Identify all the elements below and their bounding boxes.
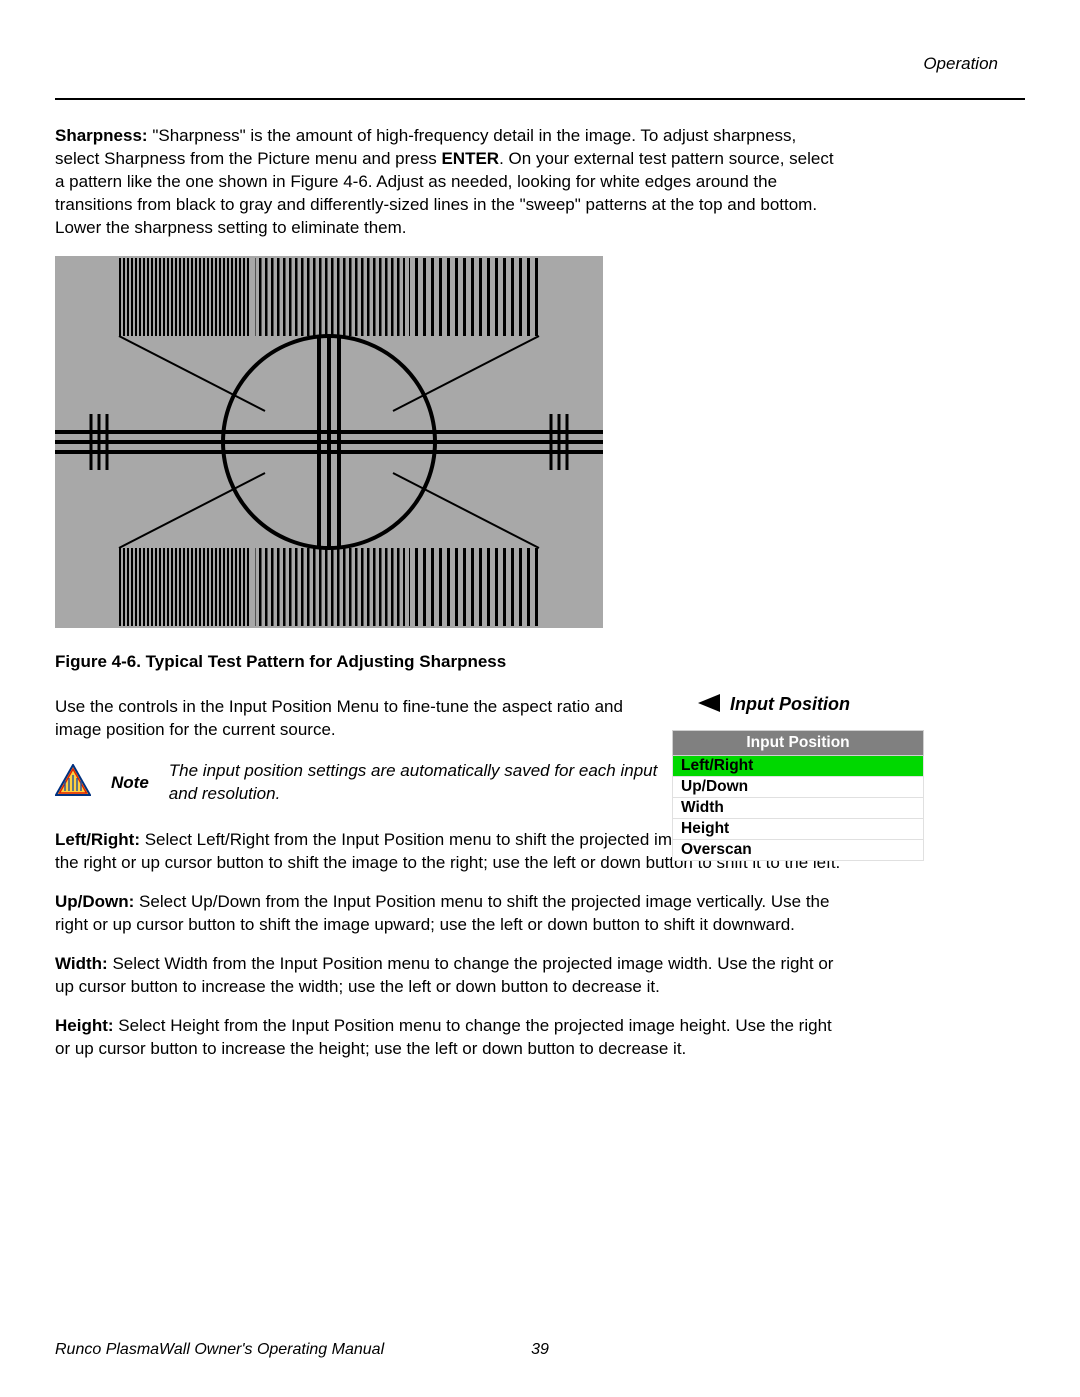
menu-item-overscan[interactable]: Overscan: [672, 840, 924, 861]
sharpness-label: Sharpness:: [55, 126, 148, 145]
main-column: Sharpness: "Sharpness" is the amount of …: [55, 125, 845, 1077]
up-down-label: Up/Down:: [55, 892, 134, 911]
note-text: The input position settings are automati…: [169, 760, 667, 806]
figure-caption: Figure 4-6. Typical Test Pattern for Adj…: [55, 652, 845, 672]
left-arrow-icon: [698, 694, 720, 712]
height-paragraph: Height: Select Height from the Input Pos…: [55, 1015, 845, 1061]
up-down-paragraph: Up/Down: Select Up/Down from the Input P…: [55, 891, 845, 937]
menu-item-width[interactable]: Width: [672, 798, 924, 819]
height-text: Select Height from the Input Position me…: [55, 1016, 832, 1058]
note-block: Note The input position settings are aut…: [55, 760, 667, 806]
test-pattern-svg: [55, 256, 603, 628]
width-text: Select Width from the Input Position men…: [55, 954, 833, 996]
menu-item-up-down[interactable]: Up/Down: [672, 777, 924, 798]
menu-item-left-right[interactable]: Left/Right: [672, 756, 924, 777]
section-header: Operation: [923, 54, 998, 74]
sidebar-heading: Input Position: [698, 694, 850, 715]
footer-page-number: 39: [531, 1341, 549, 1359]
horizontal-rule: [55, 98, 1025, 100]
page-footer: Runco PlasmaWall Owner's Operating Manua…: [55, 1341, 1025, 1359]
enter-key: ENTER: [441, 149, 499, 168]
width-label: Width:: [55, 954, 108, 973]
menu-title: Input Position: [672, 730, 924, 756]
sharpness-paragraph: Sharpness: "Sharpness" is the amount of …: [55, 125, 845, 240]
warning-triangle-icon: [55, 764, 91, 801]
test-pattern-figure: [55, 256, 603, 628]
input-position-intro: Use the controls in the Input Position M…: [55, 696, 667, 742]
sidebar-heading-text: Input Position: [730, 694, 850, 714]
note-label: Note: [111, 773, 149, 793]
menu-item-height[interactable]: Height: [672, 819, 924, 840]
footer-manual-title: Runco PlasmaWall Owner's Operating Manua…: [55, 1341, 384, 1359]
width-paragraph: Width: Select Width from the Input Posit…: [55, 953, 845, 999]
left-right-label: Left/Right:: [55, 830, 140, 849]
up-down-text: Select Up/Down from the Input Position m…: [55, 892, 829, 934]
height-label: Height:: [55, 1016, 114, 1035]
input-position-menu: Input Position Left/Right Up/Down Width …: [672, 730, 924, 861]
